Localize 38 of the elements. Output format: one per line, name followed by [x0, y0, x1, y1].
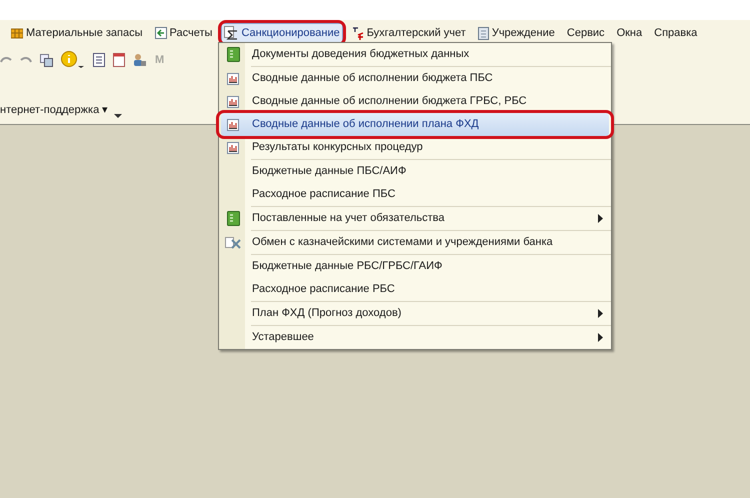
- clipboard-icon: [478, 26, 489, 40]
- support-label[interactable]: нтернет-поддержка ▾: [0, 102, 108, 118]
- menu-item[interactable]: Документы доведения бюджетных данных: [221, 43, 609, 66]
- menu-bar-item[interactable]: Сервис: [564, 23, 608, 43]
- chart-icon: [227, 96, 239, 108]
- menu-item[interactable]: Сводные данные об исполнении бюджета ПБС: [221, 67, 609, 90]
- menu-item[interactable]: Расходное расписание РБС: [221, 278, 609, 301]
- menu-item[interactable]: Поставленные на учет обязательства: [221, 207, 609, 230]
- menu-item[interactable]: Расходное расписание ПБС: [221, 183, 609, 206]
- users-icon: [133, 53, 147, 67]
- menu-bar-item[interactable]: Расчеты: [152, 23, 216, 43]
- windows-icon: [40, 54, 53, 66]
- menu-item[interactable]: Сводные данные об исполнении плана ФХД: [221, 113, 609, 136]
- menu-item[interactable]: Бюджетные данные РБС/ГРБС/ГАИФ: [221, 255, 609, 278]
- menu-bar-item[interactable]: Окна: [614, 23, 646, 43]
- dropdown-icon[interactable]: [114, 114, 122, 118]
- menu-item[interactable]: Бюджетные данные ПБС/АИФ: [221, 160, 609, 183]
- menu-item[interactable]: Устаревшее: [221, 326, 609, 349]
- transfer-icon: [154, 27, 167, 39]
- chart-icon: [227, 118, 239, 130]
- info-icon: [61, 51, 85, 69]
- sigma-icon: [224, 26, 238, 40]
- menu-bar-item[interactable]: Учреждение: [474, 23, 558, 43]
- document-icon: [226, 211, 240, 226]
- menu-bar-item[interactable]: Справка: [651, 23, 700, 43]
- document-icon: [226, 47, 240, 62]
- menu-item[interactable]: План ФХД (Прогноз доходов): [221, 302, 609, 325]
- chart-icon: [227, 72, 239, 84]
- calendar-icon: [113, 53, 125, 67]
- menu-bar-item[interactable]: Санкционирование: [221, 23, 343, 43]
- menu-item[interactable]: Результаты конкурсных процедур: [221, 136, 609, 159]
- menu-item[interactable]: Сводные данные об исполнении бюджета ГРБС, РБС: [221, 90, 609, 113]
- exchange-icon: [225, 236, 241, 250]
- boxes-icon: [11, 27, 23, 39]
- chart-icon: [227, 142, 239, 154]
- menu-bar-item[interactable]: Материальные запасы: [8, 23, 146, 43]
- menu-item[interactable]: Обмен с казначейскими системами и учреждениями банка: [221, 231, 609, 254]
- menu-bar-item[interactable]: Бухгалтерский учет: [348, 23, 469, 43]
